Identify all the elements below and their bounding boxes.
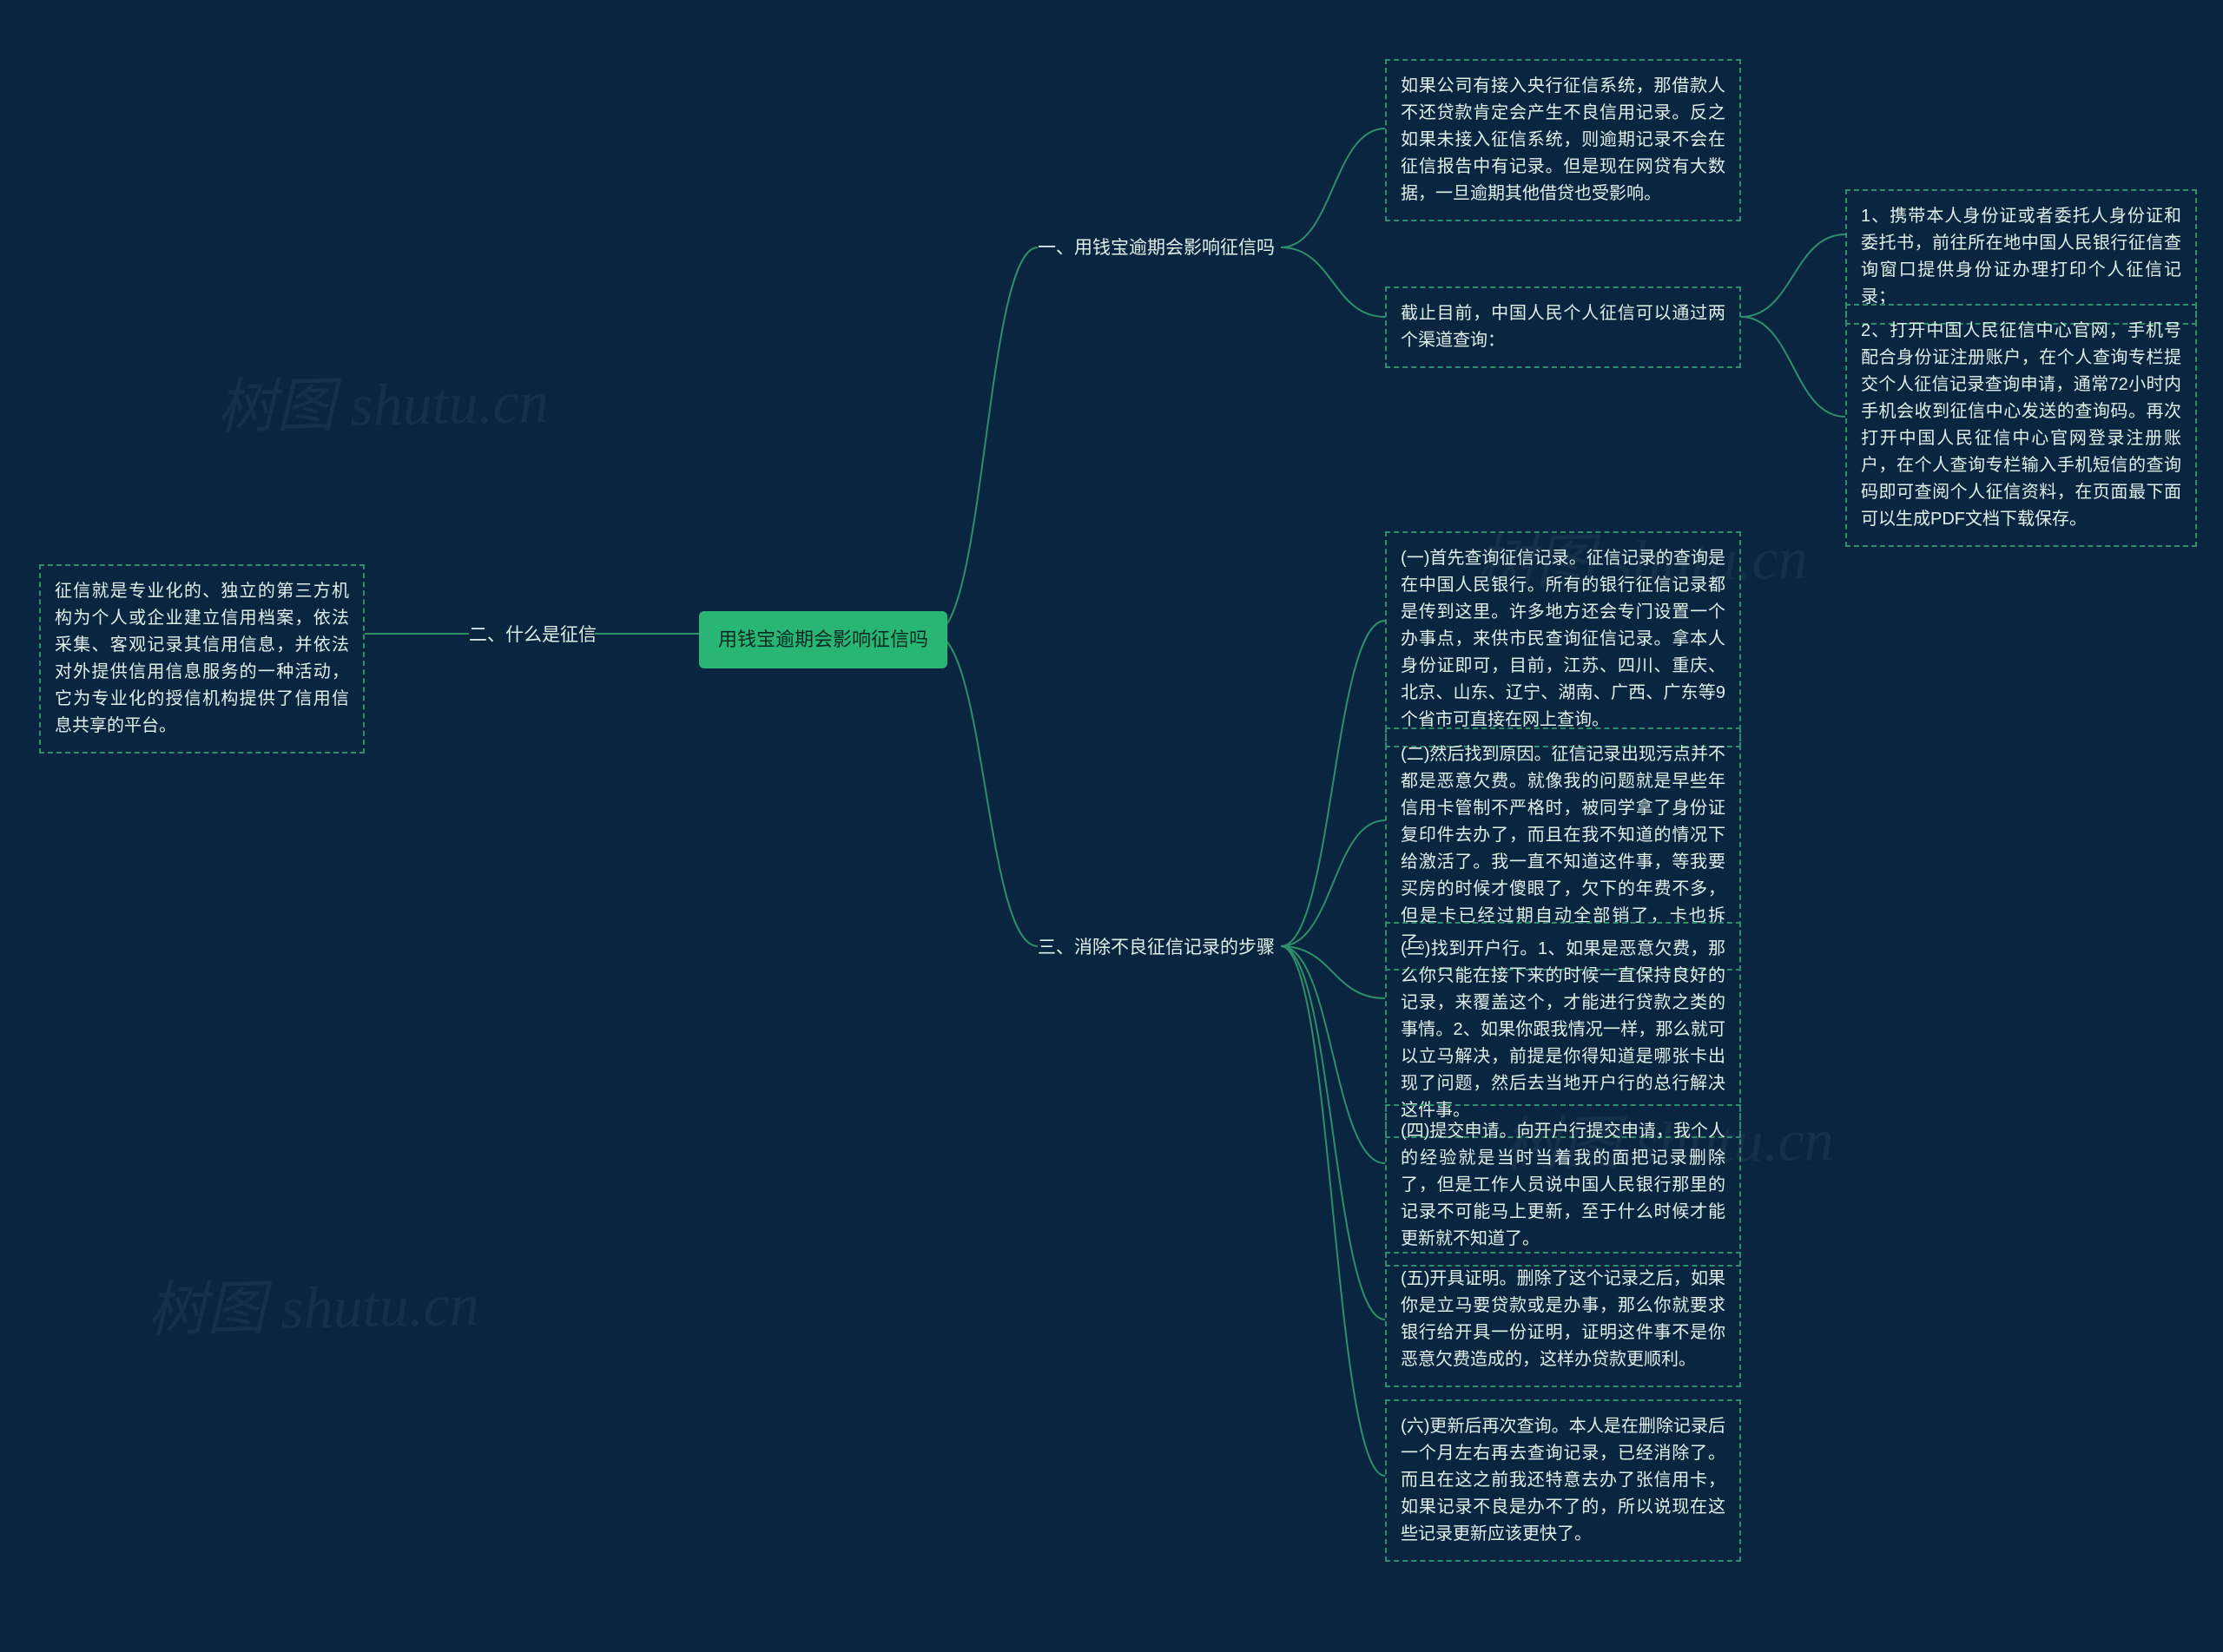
watermark: 树图 shutu.cn [216, 353, 549, 445]
branch-2[interactable]: 二、什么是征信 [469, 622, 597, 650]
branch-3-leaf-6: (六)更新后再次查询。本人是在删除记录后一个月左右再去查询记录，已经消除了。而且… [1385, 1399, 1741, 1562]
mindmap-root[interactable]: 用钱宝逾期会影响征信吗 [699, 611, 947, 668]
branch-3[interactable]: 三、消除不良征信记录的步骤 [1038, 934, 1275, 963]
branch-3-leaf-5: (五)开具证明。删除了这个记录之后，如果你是立马要贷款或是办事，那么你就要求银行… [1385, 1252, 1741, 1387]
branch-3-leaf-4: (四)提交申请。向开户行提交申请，我个人的经验就是当时当着我的面把记录删除了，但… [1385, 1104, 1741, 1267]
branch-1-leaf-b: 截止目前，中国人民个人征信可以通过两个渠道查询： [1385, 286, 1741, 368]
watermark: 树图 shutu.cn [147, 1256, 479, 1348]
branch-1[interactable]: 一、用钱宝逾期会影响征信吗 [1038, 234, 1275, 263]
branch-2-leaf: 征信就是专业化的、独立的第三方机构为个人或企业建立信用档案，依法采集、客观记录其… [39, 564, 365, 754]
branch-1-leaf-b-2: 2、打开中国人民征信中心官网，手机号配合身份证注册账户，在个人查询专栏提交个人征… [1845, 304, 2197, 547]
branch-1-leaf-a: 如果公司有接入央行征信系统，那借款人不还贷款肯定会产生不良信用记录。反之如果未接… [1385, 59, 1741, 221]
branch-3-leaf-1: (一)首先查询征信记录。征信记录的查询是在中国人民银行。所有的银行征信记录都是传… [1385, 531, 1741, 747]
